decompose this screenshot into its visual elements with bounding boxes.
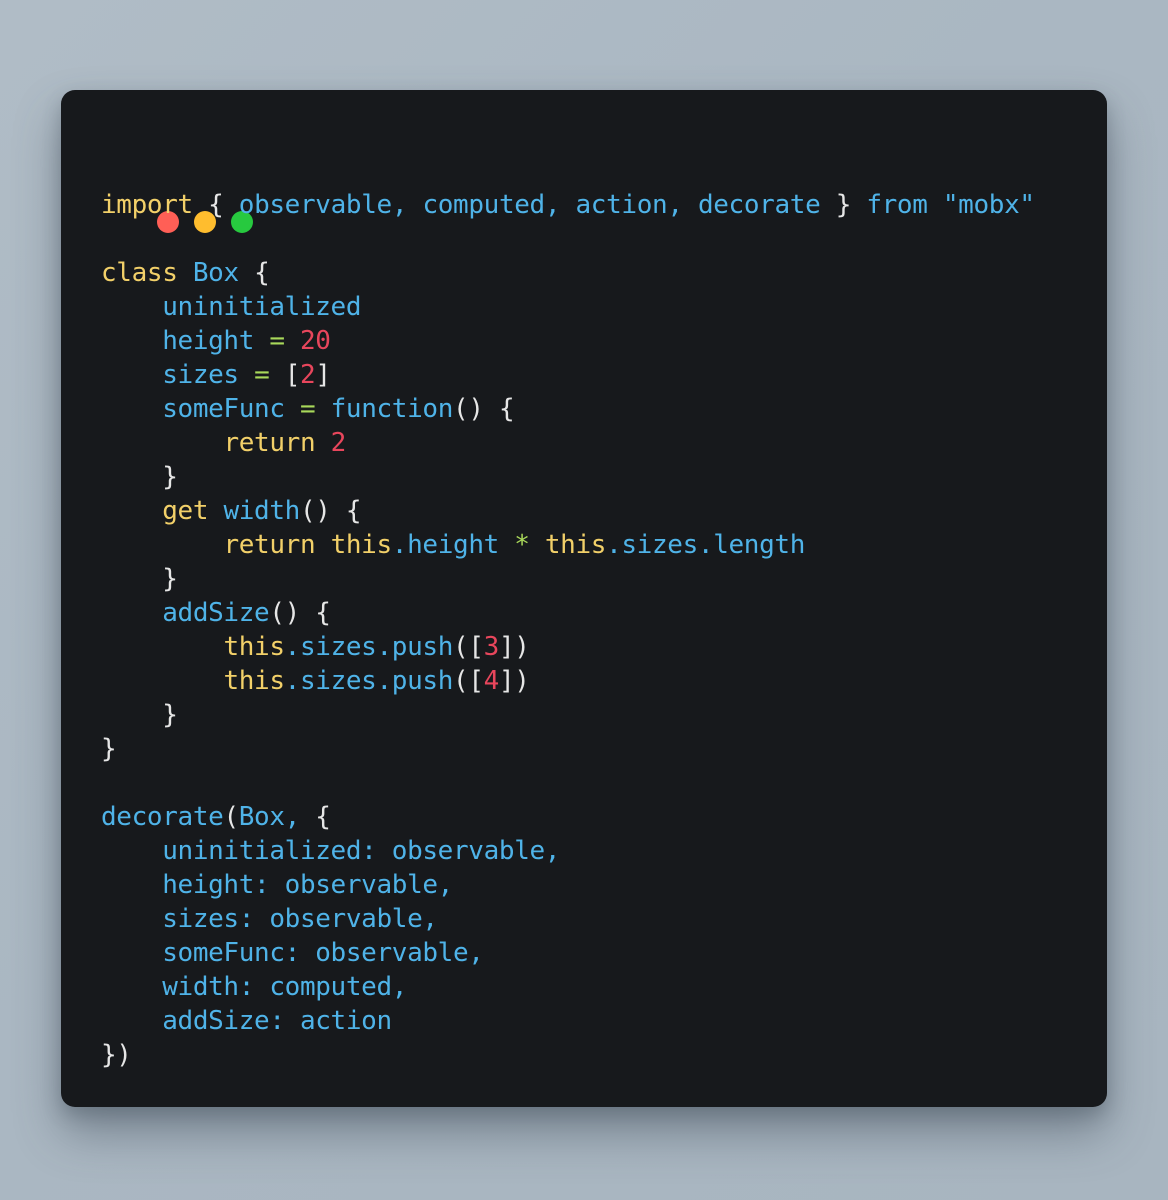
code-snippet-window: import { observable, computed, action, d… <box>61 90 1107 1107</box>
code-content: import { observable, computed, action, d… <box>101 190 1035 1070</box>
code-block: import { observable, computed, action, d… <box>101 188 1091 1072</box>
window-titlebar <box>61 90 1107 233</box>
